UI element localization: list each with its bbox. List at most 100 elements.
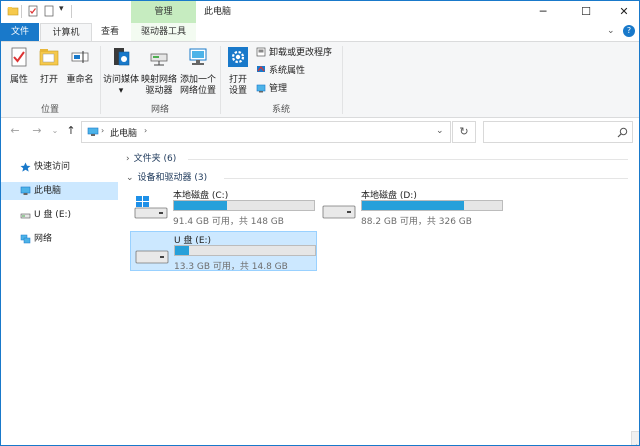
group-separator-3 xyxy=(342,46,343,114)
media-icon xyxy=(114,48,130,66)
drive-d[interactable]: 本地磁盘 (D:) 88.2 GB 可用，共 326 GB xyxy=(318,187,505,227)
add-location-label-1: 添加一个 xyxy=(179,75,216,85)
tab-file[interactable]: 文件 xyxy=(1,23,39,41)
title-divider-2 xyxy=(71,5,72,18)
maximize-button[interactable]: ☐ xyxy=(566,1,606,23)
sidebar-label-quick-access: 快速访问 xyxy=(34,162,71,172)
open-folder-icon xyxy=(39,49,59,66)
properties-button[interactable]: 属性 xyxy=(5,46,33,86)
network-drive-icon xyxy=(150,53,168,66)
system-properties-button[interactable]: 系统属性 xyxy=(256,64,305,78)
navigation-bar: ← → ⌄ ↑ › 此电脑 › ⌄ ↻ xyxy=(1,118,639,146)
title-bar: ▾ 管理 此电脑 ─ ☐ ✕ xyxy=(1,1,639,23)
drive-e-usage-bar xyxy=(174,245,316,256)
navigation-pane: 快速访问 此电脑 U 盘 (E:) 网络 xyxy=(1,146,118,445)
add-location-label-2: 网络位置 xyxy=(179,86,216,96)
breadcrumb-chevron-icon-2[interactable]: › xyxy=(144,126,147,135)
location-group-label: 位置 xyxy=(40,105,59,115)
minimize-button[interactable]: ─ xyxy=(523,1,563,23)
map-network-drive-button[interactable]: 映射网络 驱动器 xyxy=(141,46,177,97)
drive-d-usage-fill xyxy=(362,201,465,210)
manage-icon xyxy=(256,84,266,92)
properties-quick-icon[interactable] xyxy=(27,5,39,17)
map-drive-label-1: 映射网络 xyxy=(141,75,178,85)
open-button[interactable]: 打开 xyxy=(35,46,63,86)
ribbon: 属性 打开 重命名 位置 访问媒体 ▾ 映射网络 驱动器 添加一个 网络位置 网… xyxy=(1,41,639,118)
sidebar-item-quick-access[interactable]: 快速访问 xyxy=(1,158,118,176)
tab-computer[interactable]: 计算机 xyxy=(40,23,92,41)
drive-d-usage-bar xyxy=(361,200,503,211)
rename-button[interactable]: 重命名 xyxy=(65,46,95,86)
access-media-label: 访问媒体 xyxy=(102,75,139,85)
folders-header-label: 文件夹 (6) xyxy=(133,154,177,164)
content-pane: › 文件夹 (6) ⌄ 设备和驱动器 (3) 本地磁盘 (C:) 91.4 GB 可… xyxy=(118,146,639,445)
search-input[interactable] xyxy=(483,121,633,143)
drive-d-info: 88.2 GB 可用，共 326 GB xyxy=(361,217,472,227)
rename-label: 重命名 xyxy=(66,75,94,85)
sidebar-label-usb-drive: U 盘 (E:) xyxy=(34,210,72,220)
uninstall-label: 卸载或更改程序 xyxy=(269,48,333,58)
open-settings-label-2: 设置 xyxy=(228,86,247,96)
recent-locations-icon[interactable]: ⌄ xyxy=(47,126,63,135)
section-divider-2 xyxy=(224,178,628,179)
add-network-location-button[interactable]: 添加一个 网络位置 xyxy=(178,46,218,97)
refresh-button[interactable]: ↻ xyxy=(452,121,476,143)
breadcrumb-this-pc[interactable]: 此电脑 xyxy=(110,126,137,139)
customize-quick-access-icon[interactable]: ▾ xyxy=(59,4,64,14)
folders-section-header[interactable]: › 文件夹 (6) xyxy=(126,152,176,166)
rename-icon xyxy=(71,51,89,63)
open-settings-label-1: 打开 xyxy=(228,75,247,85)
back-button[interactable]: ← xyxy=(7,124,23,137)
folder-icon[interactable] xyxy=(7,5,19,17)
computer-icon xyxy=(20,186,31,195)
help-icon[interactable]: ? xyxy=(623,25,635,37)
network-group-label: 网络 xyxy=(150,105,169,115)
tab-drive-tools[interactable]: 驱动器工具 xyxy=(131,23,196,41)
address-bar[interactable]: › 此电脑 › ⌄ xyxy=(81,121,451,143)
system-properties-label: 系统属性 xyxy=(269,66,306,76)
manage-button[interactable]: 管理 xyxy=(256,82,287,96)
this-pc-icon xyxy=(87,127,99,136)
window-title: 此电脑 xyxy=(204,7,232,17)
address-dropdown-icon[interactable]: ⌄ xyxy=(436,126,444,136)
forward-button[interactable]: → xyxy=(29,124,45,137)
close-button[interactable]: ✕ xyxy=(604,1,639,23)
map-drive-label-2: 驱动器 xyxy=(145,86,173,96)
uninstall-icon xyxy=(256,47,266,56)
usb-drive-icon xyxy=(20,213,31,219)
access-media-button[interactable]: 访问媒体 ▾ xyxy=(102,46,140,97)
search-icon xyxy=(617,127,628,138)
system-properties-icon xyxy=(257,65,265,72)
ribbon-tabs: 文件 计算机 查看 驱动器工具 ⌄ ? xyxy=(1,23,639,41)
file-explorer-window: ▾ 管理 此电脑 ─ ☐ ✕ 文件 计算机 查看 驱动器工具 ⌄ ? 属性 打开… xyxy=(0,0,640,446)
breadcrumb-chevron-icon[interactable]: › xyxy=(101,126,104,135)
sidebar-item-this-pc[interactable]: 此电脑 xyxy=(1,182,118,200)
title-divider xyxy=(21,5,22,18)
windows-drive-icon xyxy=(134,196,168,219)
collapse-ribbon-icon[interactable]: ⌄ xyxy=(607,26,615,36)
uninstall-program-button[interactable]: 卸载或更改程序 xyxy=(256,46,332,60)
drive-e-info: 13.3 GB 可用，共 14.8 GB xyxy=(174,262,288,272)
preview-pane-toggle-icon[interactable]: ‹ xyxy=(631,431,639,445)
contextual-manage-tab[interactable]: 管理 xyxy=(131,1,196,23)
sidebar-label-network: 网络 xyxy=(34,234,53,244)
usb-drive-icon xyxy=(135,250,169,264)
devices-section-header[interactable]: ⌄ 设备和驱动器 (3) xyxy=(126,171,207,185)
add-network-location-icon xyxy=(189,48,207,65)
new-folder-quick-icon[interactable] xyxy=(43,5,55,17)
drive-e[interactable]: U 盘 (E:) 13.3 GB 可用，共 14.8 GB xyxy=(130,231,317,272)
sidebar-item-usb-drive[interactable]: U 盘 (E:) xyxy=(1,206,118,224)
devices-header-label: 设备和驱动器 (3) xyxy=(137,173,208,183)
sidebar-item-network[interactable]: 网络 xyxy=(1,230,118,248)
section-divider xyxy=(188,159,628,160)
up-button[interactable]: ↑ xyxy=(63,124,79,137)
properties-label: 属性 xyxy=(9,75,28,85)
drive-c[interactable]: 本地磁盘 (C:) 91.4 GB 可用，共 148 GB xyxy=(130,187,317,227)
tab-view[interactable]: 查看 xyxy=(93,23,127,41)
open-settings-button[interactable]: 打开 设置 xyxy=(223,46,253,97)
drive-c-info: 91.4 GB 可用，共 148 GB xyxy=(173,217,284,227)
sidebar-label-this-pc: 此电脑 xyxy=(34,186,62,196)
expand-chevron-icon: › xyxy=(126,154,130,164)
settings-gear-icon xyxy=(228,47,248,67)
drive-c-usage-fill xyxy=(174,201,228,210)
